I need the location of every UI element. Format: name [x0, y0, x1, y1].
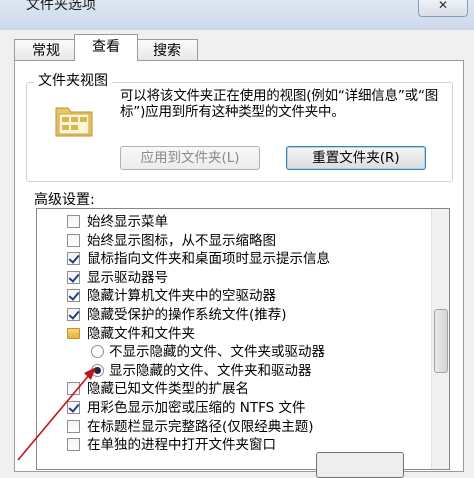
- settings-item-label: 隐藏受保护的操作系统文件(推荐): [87, 307, 287, 323]
- folder-views-group-label: 文件夹视图: [34, 70, 112, 90]
- settings-item-label: 用彩色显示加密或压缩的 NTFS 文件: [87, 400, 306, 416]
- settings-item-label: 始终显示菜单: [87, 214, 168, 230]
- settings-item-label: 不显示隐藏的文件、文件夹或驱动器: [109, 344, 325, 361]
- folder-views-description: 可以将该文件夹正在使用的视图(例如“详细信息”或“图标”)应用到所有这种类型的文…: [120, 88, 439, 120]
- folder-icon: [55, 107, 93, 137]
- ok-button[interactable]: [316, 452, 404, 478]
- tab-label: 搜索: [153, 43, 181, 59]
- apply-to-folders-button[interactable]: 应用到文件夹(L): [120, 146, 260, 170]
- settings-item-label: 鼠标指向文件夹和桌面项时显示提示信息: [87, 251, 330, 268]
- tab-search[interactable]: 搜索: [136, 39, 198, 62]
- reset-folders-button[interactable]: 重置文件夹(R): [286, 146, 426, 170]
- settings-item[interactable]: 始终显示菜单: [37, 213, 425, 231]
- checkbox[interactable]: [67, 233, 80, 247]
- checkbox[interactable]: [67, 289, 80, 303]
- settings-item-label: 隐藏已知文件类型的扩展名: [87, 381, 249, 398]
- scrollbar-thumb[interactable]: [434, 309, 448, 373]
- settings-item[interactable]: 用彩色显示加密或压缩的 NTFS 文件: [37, 399, 425, 417]
- checkbox[interactable]: [67, 270, 80, 284]
- settings-item: 隐藏文件和文件夹: [37, 325, 425, 343]
- checkbox[interactable]: [67, 308, 80, 321]
- settings-item-label: 显示驱动器号: [87, 269, 168, 286]
- settings-item[interactable]: 隐藏计算机文件夹中的空驱动器: [37, 287, 425, 305]
- settings-item[interactable]: 始终显示图标，从不显示缩略图: [37, 232, 425, 250]
- settings-item[interactable]: 隐藏已知文件类型的扩展名: [37, 380, 425, 398]
- checkbox[interactable]: [67, 215, 80, 228]
- tab-general[interactable]: 常规: [14, 39, 78, 62]
- settings-item-label: 在单独的进程中打开文件夹窗口: [87, 437, 276, 454]
- settings-item-label: 隐藏计算机文件夹中的空驱动器: [87, 288, 276, 305]
- tab-view[interactable]: 查看: [74, 34, 138, 61]
- settings-item[interactable]: 显示驱动器号: [37, 269, 425, 287]
- folder-icon: [67, 327, 80, 339]
- close-button[interactable]: ✕: [418, 0, 468, 17]
- settings-item-label: 隐藏文件和文件夹: [87, 325, 195, 342]
- settings-item[interactable]: 显示隐藏的文件、文件夹和驱动器: [37, 362, 425, 380]
- tab-label: 查看: [92, 39, 120, 55]
- radio-button[interactable]: [91, 345, 104, 359]
- checkbox[interactable]: [67, 438, 80, 452]
- settings-item[interactable]: 鼠标指向文件夹和桌面项时显示提示信息: [37, 250, 425, 268]
- tab-label: 常规: [32, 43, 60, 59]
- advanced-settings-list[interactable]: 始终显示菜单始终显示图标，从不显示缩略图鼠标指向文件夹和桌面项时显示提示信息 显示…: [36, 208, 450, 470]
- settings-item-label: 显示隐藏的文件、文件夹和驱动器: [109, 362, 312, 379]
- settings-item-label: 始终显示图标，从不显示缩略图: [87, 232, 276, 249]
- radio-button[interactable]: [91, 363, 104, 377]
- title-bar: 文件夹选项 ✕: [0, 0, 474, 30]
- checkbox[interactable]: [67, 401, 80, 414]
- checkbox[interactable]: [67, 419, 80, 433]
- settings-item[interactable]: 隐藏受保护的操作系统文件(推荐): [37, 306, 425, 324]
- checkbox[interactable]: [67, 252, 80, 266]
- settings-item-label: 在标题栏显示完整路径(仅限经典主题): [87, 418, 314, 435]
- settings-item[interactable]: 在标题栏显示完整路径(仅限经典主题): [37, 418, 425, 436]
- vertical-scrollbar[interactable]: [431, 209, 449, 469]
- window-title: 文件夹选项: [26, 0, 96, 13]
- checkbox[interactable]: [67, 382, 80, 396]
- close-icon: ✕: [437, 0, 449, 12]
- advanced-settings-label: 高级设置:: [34, 192, 95, 208]
- settings-item[interactable]: 不显示隐藏的文件、文件夹或驱动器: [37, 343, 425, 361]
